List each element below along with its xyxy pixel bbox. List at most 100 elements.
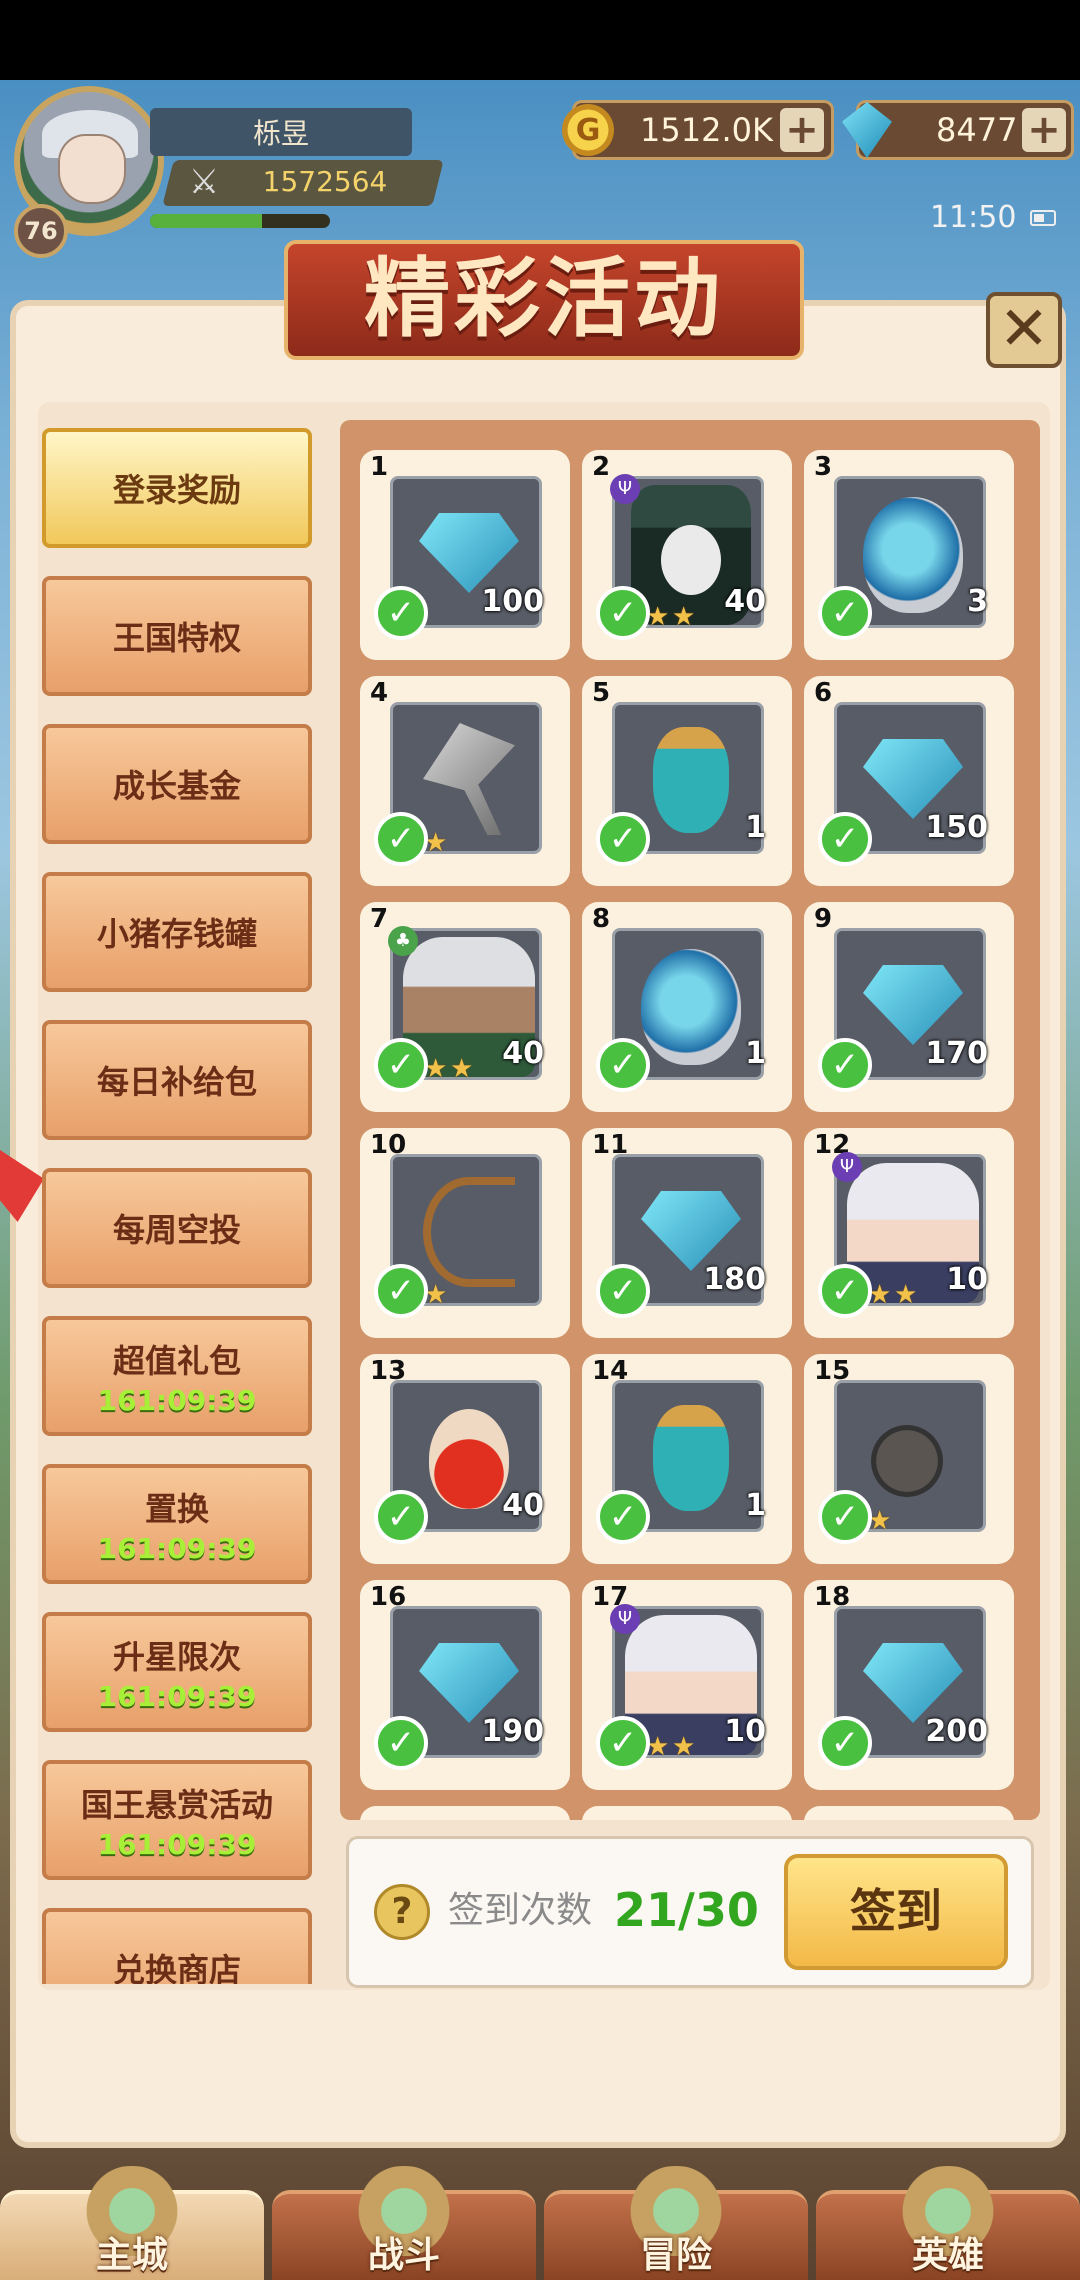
reward-day-number: 1 <box>370 452 389 482</box>
menu-item-0[interactable]: 登录奖励 <box>42 428 312 548</box>
gem-amount: 8477 <box>936 111 1018 149</box>
reward-day-number: 9 <box>814 904 833 934</box>
gem-icon <box>863 739 963 819</box>
nav-adventure[interactable]: 冒险 <box>544 2166 808 2280</box>
hero-faction-icon: Ψ <box>832 1152 862 1182</box>
nav-adventure-label: 冒险 <box>639 2235 712 2276</box>
reward-cell[interactable]: 17 Ψ ★ ★ 10 ✓ <box>582 1580 792 1790</box>
reward-cell[interactable]: 15 ★ ✓ <box>804 1354 1014 1564</box>
hero-faction-icon: Ψ <box>610 1604 640 1634</box>
claimed-check-icon: ✓ <box>818 1490 872 1544</box>
signin-button[interactable]: 签到 <box>784 1854 1008 1970</box>
egg-icon <box>863 497 963 613</box>
hero-faction-icon: ♣ <box>388 926 418 956</box>
player-level-badge: 76 <box>14 204 68 258</box>
reward-cell[interactable]: 12 Ψ ★ ★ 10 ✓ <box>804 1128 1014 1338</box>
menu-item-3[interactable]: 小猪存钱罐 <box>42 872 312 992</box>
reward-quantity: 1 <box>745 1488 766 1523</box>
menu-item-label: 每周空投 <box>112 1211 241 1249</box>
menu-item-label: 登录奖励 <box>112 471 241 509</box>
reward-quantity: 200 <box>925 1714 988 1749</box>
nav-battle-label: 战斗 <box>367 2235 440 2276</box>
add-gem-button[interactable]: + <box>1022 108 1066 152</box>
reward-day-number: 2 <box>592 452 611 482</box>
reward-cell[interactable]: 11 180 ✓ <box>582 1128 792 1338</box>
reward-cell[interactable]: 3 3 ✓ <box>804 450 1014 660</box>
reward-day-number: 3 <box>814 452 833 482</box>
menu-item-4[interactable]: 每日补给包 <box>42 1020 312 1140</box>
nav-city[interactable]: 主城 <box>0 2166 264 2280</box>
menu-item-2[interactable]: 成长基金 <box>42 724 312 844</box>
reward-day-number: 5 <box>592 678 611 708</box>
menu-item-label: 国王悬赏活动 <box>80 1785 273 1824</box>
menu-item-8[interactable]: 升星限次 161:09:39 <box>42 1612 312 1732</box>
nav-battle[interactable]: 战斗 <box>272 2166 536 2280</box>
signin-count: 21/30 <box>614 1883 759 1937</box>
reward-cell[interactable]: 8 1 ✓ <box>582 902 792 1112</box>
star-icon: ★ <box>450 1054 474 1084</box>
reward-cell[interactable]: 5 1 ✓ <box>582 676 792 886</box>
menu-item-timer: 161:09:39 <box>97 1827 257 1861</box>
crossed-swords-icon: ⚔ <box>188 162 220 202</box>
panel-title: 精彩活动 <box>284 240 804 360</box>
reward-cell[interactable]: 13 40 ✓ <box>360 1354 570 1564</box>
claimed-check-icon: ✓ <box>374 1716 428 1770</box>
help-icon[interactable]: ? <box>374 1884 430 1940</box>
reward-grid: 1 100 ✓ 2 Ψ ★ ★ 40 ✓ 3 3 ✓ 4 ★ ✓ 5 1 ✓ 6 150 ✓ 7 ♣ ★ ★ 40 ✓ 8 1 ✓ 9 170… <box>340 420 1040 1820</box>
gold-coin-icon: G <box>562 104 614 156</box>
reward-day-number: 6 <box>814 678 833 708</box>
avatar-face <box>58 134 126 204</box>
battery-icon <box>1030 210 1056 226</box>
clock: 11:50 <box>930 200 1017 235</box>
claimed-check-icon: ✓ <box>596 812 650 866</box>
reward-cell-partial[interactable] <box>360 1806 570 1820</box>
hero-faction-icon: Ψ <box>610 474 640 504</box>
axe-icon <box>423 723 515 835</box>
reward-cell[interactable]: 16 190 ✓ <box>360 1580 570 1790</box>
reward-cell[interactable]: 18 200 ✓ <box>804 1580 1014 1790</box>
claimed-check-icon: ✓ <box>596 586 650 640</box>
player-name: 栎昱 <box>150 108 412 156</box>
reward-cell[interactable]: 7 ♣ ★ ★ 40 ✓ <box>360 902 570 1112</box>
nav-heroes[interactable]: 英雄 <box>816 2166 1080 2280</box>
reward-cell[interactable]: 9 170 ✓ <box>804 902 1014 1112</box>
menu-item-label: 置换 <box>144 1489 209 1528</box>
menu-item-1[interactable]: 王国特权 <box>42 576 312 696</box>
reward-quantity: 40 <box>502 1488 544 1523</box>
menu-item-7[interactable]: 置换 161:09:39 <box>42 1464 312 1584</box>
claimed-check-icon: ✓ <box>374 1490 428 1544</box>
mace-icon <box>871 1425 943 1497</box>
claimed-check-icon: ✓ <box>818 1038 872 1092</box>
menu-item-9[interactable]: 国王悬赏活动 161:09:39 <box>42 1760 312 1880</box>
reward-cell[interactable]: 4 ★ ✓ <box>360 676 570 886</box>
gold-amount: 1512.0K <box>640 111 773 149</box>
claimed-check-icon: ✓ <box>374 812 428 866</box>
reward-cell-partial[interactable] <box>804 1806 1014 1820</box>
menu-item-label: 每日补给包 <box>96 1063 257 1101</box>
menu-item-timer: 161:09:39 <box>97 1383 257 1417</box>
add-gold-button[interactable]: + <box>780 108 824 152</box>
star-icon: ★ <box>894 1280 918 1310</box>
reward-cell[interactable]: 2 Ψ ★ ★ 40 ✓ <box>582 450 792 660</box>
flask-icon <box>653 727 729 833</box>
menu-item-10[interactable]: 兑换商店 <box>42 1908 312 1984</box>
flask-icon <box>653 1405 729 1511</box>
potion-icon <box>429 1409 509 1509</box>
reward-cell[interactable]: 1 100 ✓ <box>360 450 570 660</box>
reward-cell[interactable]: 10 ★ ✓ <box>360 1128 570 1338</box>
reward-cell[interactable]: 14 1 ✓ <box>582 1354 792 1564</box>
status-bar <box>0 0 1080 80</box>
reward-cell-partial[interactable] <box>582 1806 792 1820</box>
claimed-check-icon: ✓ <box>596 1264 650 1318</box>
reward-cell[interactable]: 6 150 ✓ <box>804 676 1014 886</box>
close-button[interactable]: ✕ <box>986 292 1062 368</box>
claimed-check-icon: ✓ <box>818 1264 872 1318</box>
gem-icon <box>641 1191 741 1271</box>
reward-quantity: 150 <box>925 810 988 845</box>
menu-item-5[interactable]: 每周空投 <box>42 1168 312 1288</box>
menu-item-label: 成长基金 <box>112 767 241 805</box>
claimed-check-icon: ✓ <box>374 586 428 640</box>
menu-item-6[interactable]: 超值礼包 161:09:39 <box>42 1316 312 1436</box>
exp-bar-fill <box>150 214 262 228</box>
claimed-check-icon: ✓ <box>818 812 872 866</box>
